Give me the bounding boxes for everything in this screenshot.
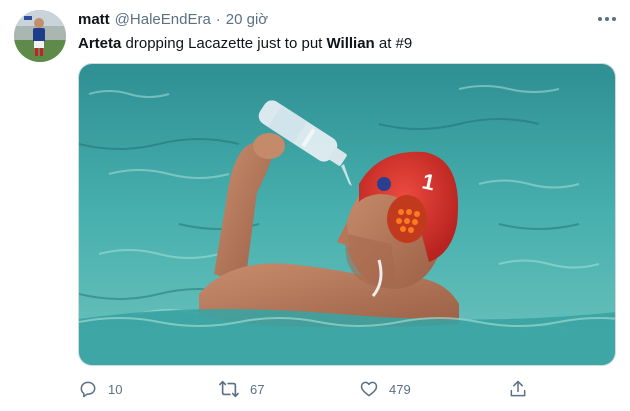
like-count: 479 xyxy=(389,381,411,397)
avatar-image xyxy=(14,10,66,62)
separator-dot: · xyxy=(215,11,221,28)
reply-icon xyxy=(80,381,96,398)
user-handle[interactable]: @HaleEndEra xyxy=(115,11,211,28)
retweet-count: 67 xyxy=(250,381,265,397)
timestamp[interactable]: 20 giờ xyxy=(226,11,268,28)
retweet-button[interactable]: 67 xyxy=(218,376,264,402)
like-button[interactable]: 479 xyxy=(359,376,411,402)
reply-button[interactable]: 10 xyxy=(78,376,122,402)
more-options-icon[interactable] xyxy=(598,14,616,24)
tweet-actions: 10 67 479 xyxy=(78,376,616,402)
tweet-text-part: Willian xyxy=(326,35,375,52)
avatar[interactable] xyxy=(14,10,66,62)
tweet-header: matt @HaleEndEra · 20 giờ xyxy=(78,11,268,28)
tweet-text-part: Arteta xyxy=(78,35,122,52)
share-button[interactable] xyxy=(508,376,528,402)
share-icon xyxy=(510,380,526,397)
reply-count: 10 xyxy=(108,381,123,397)
tweet[interactable]: matt @HaleEndEra · 20 giờ Arteta droppin… xyxy=(0,0,630,411)
tweet-media-image[interactable]: 1 xyxy=(78,63,616,366)
display-name[interactable]: matt xyxy=(78,11,110,28)
tweet-text-part: at #9 xyxy=(374,35,413,52)
retweet-icon xyxy=(219,380,239,398)
tweet-text: Arteta dropping Lacazette just to put Wi… xyxy=(78,35,412,52)
heart-icon xyxy=(360,381,378,397)
tweet-text-part: dropping Lacazette just to put xyxy=(121,35,327,52)
